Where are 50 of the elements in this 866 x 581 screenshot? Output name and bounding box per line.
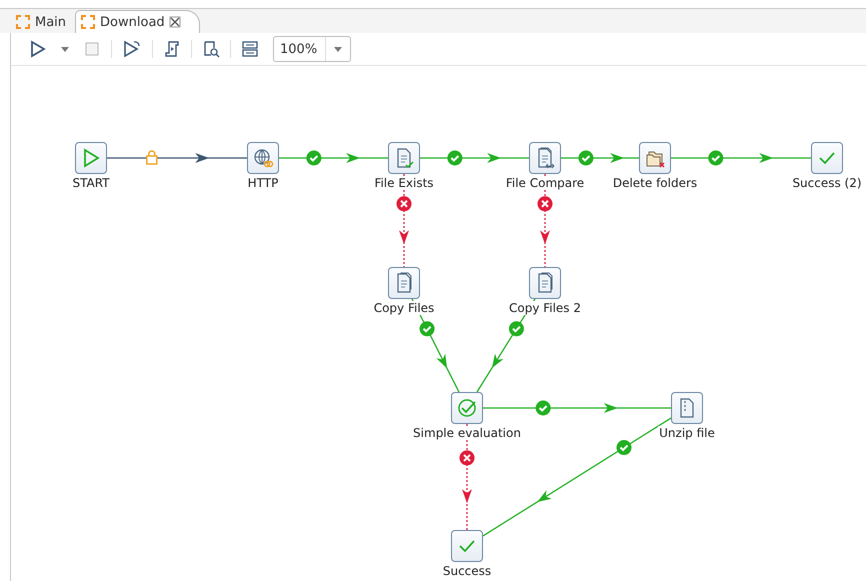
- check-badge-icon: [708, 150, 724, 166]
- close-icon[interactable]: [168, 16, 181, 28]
- entry-label: Success (2): [791, 176, 863, 190]
- job-entry[interactable]: [529, 267, 561, 299]
- entry-label: Success: [442, 564, 492, 578]
- job-entry[interactable]: [639, 142, 671, 174]
- hop-arrow[interactable]: [107, 153, 247, 163]
- lock-icon: [146, 150, 158, 165]
- check-badge-icon: [306, 150, 322, 166]
- entry-label: File Compare: [504, 176, 586, 190]
- layout-icon: [241, 40, 259, 58]
- check-badge-icon: [536, 400, 551, 416]
- entry-label: Unzip file: [658, 426, 716, 440]
- editor-tab[interactable]: Main: [10, 10, 76, 33]
- check-circle-icon: [456, 397, 478, 419]
- inspect-icon: [202, 40, 220, 58]
- caret-icon: [333, 44, 344, 54]
- check-badge-icon: [616, 440, 632, 456]
- job-entry[interactable]: [75, 142, 107, 174]
- entry-label: Simple evaluation: [412, 426, 522, 440]
- entry-label: Copy Files: [372, 301, 436, 315]
- job-entry[interactable]: [451, 392, 483, 424]
- check-badge-icon: [508, 321, 524, 336]
- check-badge-icon: [420, 321, 435, 336]
- script-icon: [163, 40, 181, 58]
- check-badge-icon: [447, 150, 462, 166]
- check-badge-icon: [578, 150, 594, 166]
- job-entry[interactable]: [529, 142, 561, 174]
- stop-icon: [83, 40, 101, 58]
- job-entry[interactable]: [247, 142, 279, 174]
- job-entry[interactable]: [388, 267, 420, 299]
- caret-icon: [61, 46, 69, 52]
- error-badge-icon: [396, 196, 412, 212]
- entry-label: File Exists: [373, 176, 435, 190]
- error-badge-icon: [460, 450, 474, 466]
- job-entry[interactable]: [671, 392, 703, 424]
- error-badge-icon: [538, 196, 552, 212]
- editor-tab[interactable]: Download: [75, 10, 200, 33]
- entry-label: Copy Files 2: [508, 301, 582, 315]
- globe-icon: [252, 147, 274, 169]
- entry-label: Delete folders: [612, 176, 698, 190]
- entry-label: START: [71, 176, 111, 190]
- run-icon: [29, 40, 47, 58]
- job-entry[interactable]: [811, 142, 843, 174]
- job-entry[interactable]: [388, 142, 420, 174]
- preview-icon: [122, 40, 142, 58]
- zoom-value: 100%: [274, 37, 326, 61]
- job-entry[interactable]: [451, 530, 483, 562]
- zoom-combo[interactable]: 100%: [273, 36, 352, 62]
- entry-label: HTTP: [246, 176, 280, 190]
